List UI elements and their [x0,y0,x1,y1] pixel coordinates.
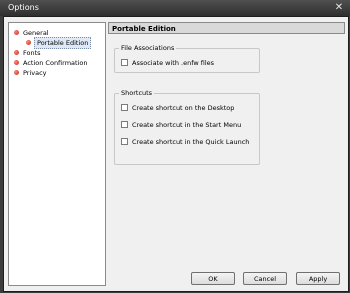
dialog-body: General Portable Edition Fonts Action Co… [3,16,349,292]
group-title: File Associations [119,44,177,52]
shortcuts-group: Shortcuts Create shortcut on the Desktop… [114,89,260,165]
file-associations-group: File Associations Associate with .enfw f… [114,44,260,73]
tree-item-label: Action Confirmation [23,59,88,67]
checkbox-label: Create shortcut on the Desktop [132,104,235,112]
tree-item-label: Privacy [23,69,47,77]
start-menu-shortcut-checkbox[interactable] [121,121,128,128]
desktop-shortcut-checkbox[interactable] [121,104,128,111]
red-bullet-icon [14,50,19,55]
associate-enfw-checkbox[interactable] [121,59,128,66]
title-bar[interactable]: Options ✕ [0,0,350,16]
checkbox-label: Create shortcut in the Start Menu [132,121,242,129]
quick-launch-shortcut-checkbox[interactable] [121,138,128,145]
red-bullet-icon [26,40,31,45]
ok-button[interactable]: OK [191,272,235,285]
red-bullet-icon [14,30,19,35]
red-bullet-icon [14,70,19,75]
options-window: Options ✕ General Portable Edition Fonts… [0,0,350,293]
tree-item-label: Fonts [23,49,41,57]
checkbox-label: Create shortcut in the Quick Launch [132,138,250,146]
panel-header: Portable Edition [108,22,345,34]
tree-item-label: Portable Edition [34,37,92,49]
checkbox-label: Associate with .enfw files [132,59,215,67]
options-tree: General Portable Edition Fonts Action Co… [8,22,106,286]
window-title: Options [8,3,39,12]
red-bullet-icon [14,60,19,65]
cancel-button[interactable]: Cancel [243,272,287,285]
close-icon[interactable]: ✕ [333,2,345,14]
group-title: Shortcuts [119,89,155,97]
apply-button[interactable]: Apply [296,272,340,285]
